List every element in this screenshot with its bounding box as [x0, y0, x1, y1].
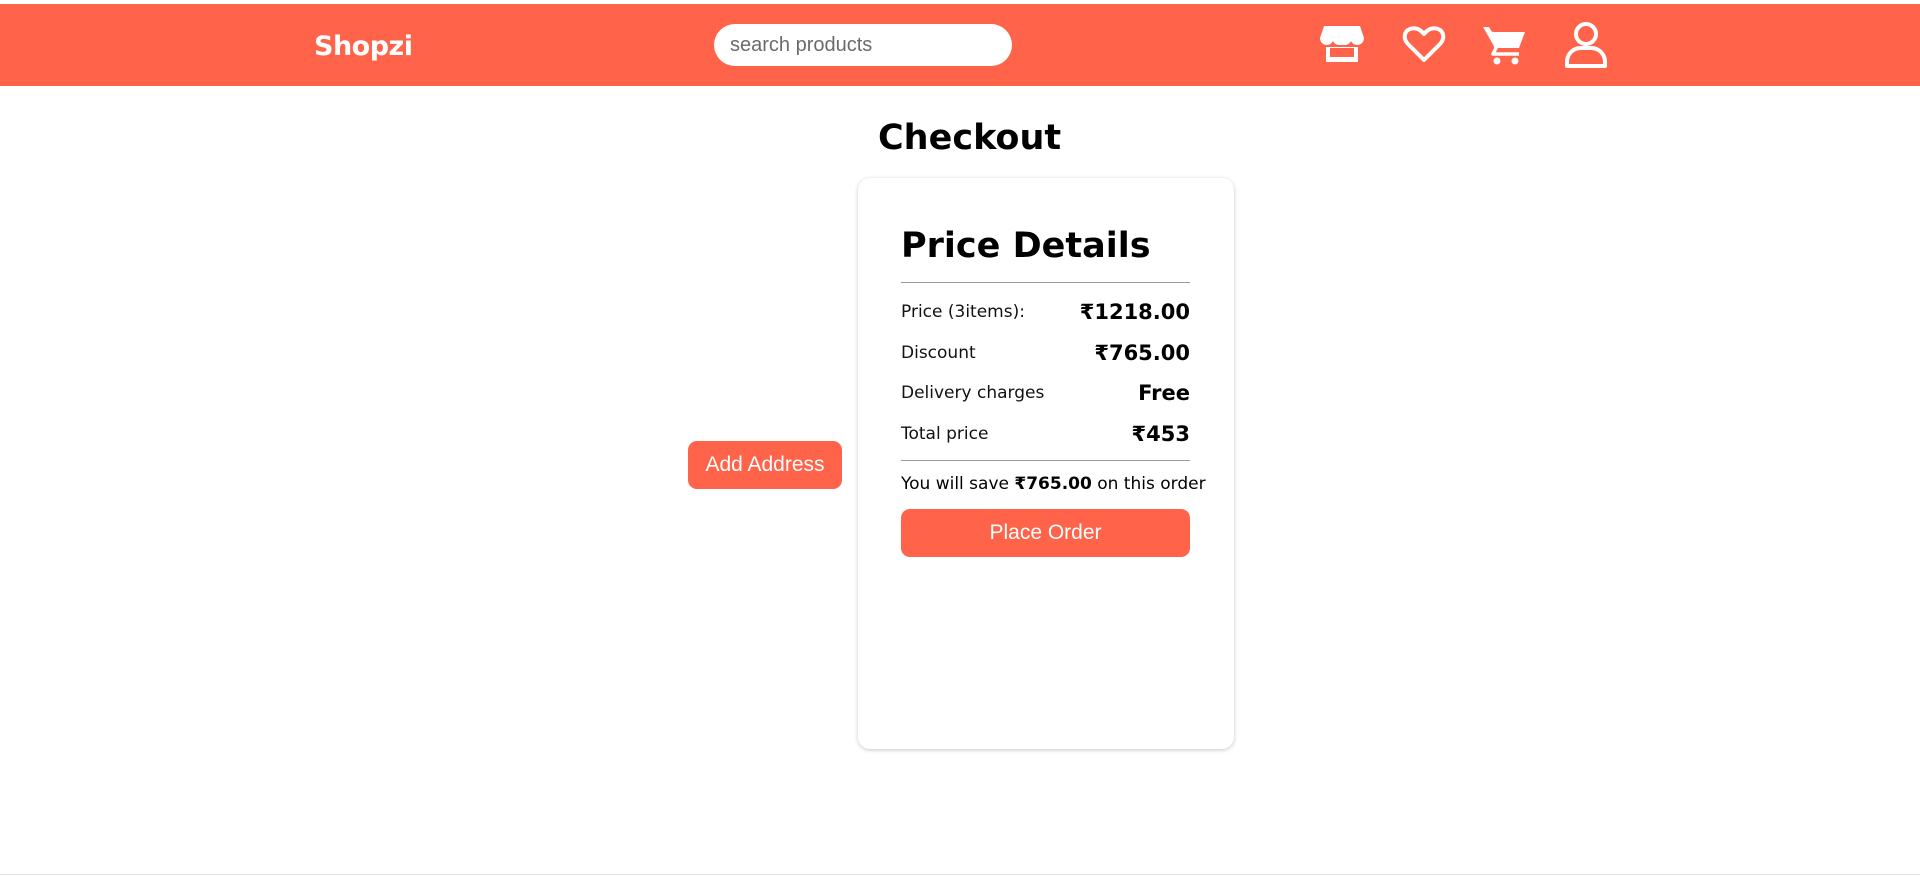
search-input[interactable]: [714, 24, 1012, 66]
add-address-button[interactable]: Add Address: [688, 441, 842, 489]
user-icon[interactable]: [1562, 20, 1610, 68]
cart-icon[interactable]: [1480, 20, 1528, 68]
savings-prefix: You will save: [901, 474, 1015, 494]
delivery-value: Free: [1138, 381, 1190, 405]
total-value: ₹453: [1131, 422, 1190, 446]
price-value: ₹1218.00: [1079, 300, 1190, 324]
divider: [901, 282, 1190, 283]
total-row: Total price ₹453: [901, 420, 1190, 448]
discount-row: Discount ₹765.00: [901, 339, 1190, 367]
discount-label: Discount: [901, 343, 976, 363]
delivery-label: Delivery charges: [901, 383, 1045, 403]
store-icon[interactable]: [1318, 20, 1366, 68]
navbar: Shopzi: [0, 4, 1920, 86]
savings-amount: ₹765.00: [1014, 474, 1092, 494]
place-order-button[interactable]: Place Order: [901, 509, 1190, 557]
delivery-row: Delivery charges Free: [901, 379, 1190, 407]
bottom-border: [0, 874, 1920, 875]
savings-suffix: on this order: [1091, 474, 1206, 494]
price-details-card: Price Details Price (3items): ₹1218.00 D…: [858, 178, 1234, 749]
total-label: Total price: [901, 424, 989, 444]
price-details-title: Price Details: [901, 226, 1151, 266]
savings-note: You will save ₹765.00 on this order: [901, 474, 1206, 494]
brand-logo[interactable]: Shopzi: [314, 31, 413, 62]
divider: [901, 460, 1190, 461]
heart-icon[interactable]: [1400, 20, 1448, 68]
page-title: Checkout: [878, 118, 1062, 158]
price-label: Price (3items):: [901, 302, 1025, 322]
price-row: Price (3items): ₹1218.00: [901, 298, 1190, 326]
discount-value: ₹765.00: [1094, 341, 1190, 365]
